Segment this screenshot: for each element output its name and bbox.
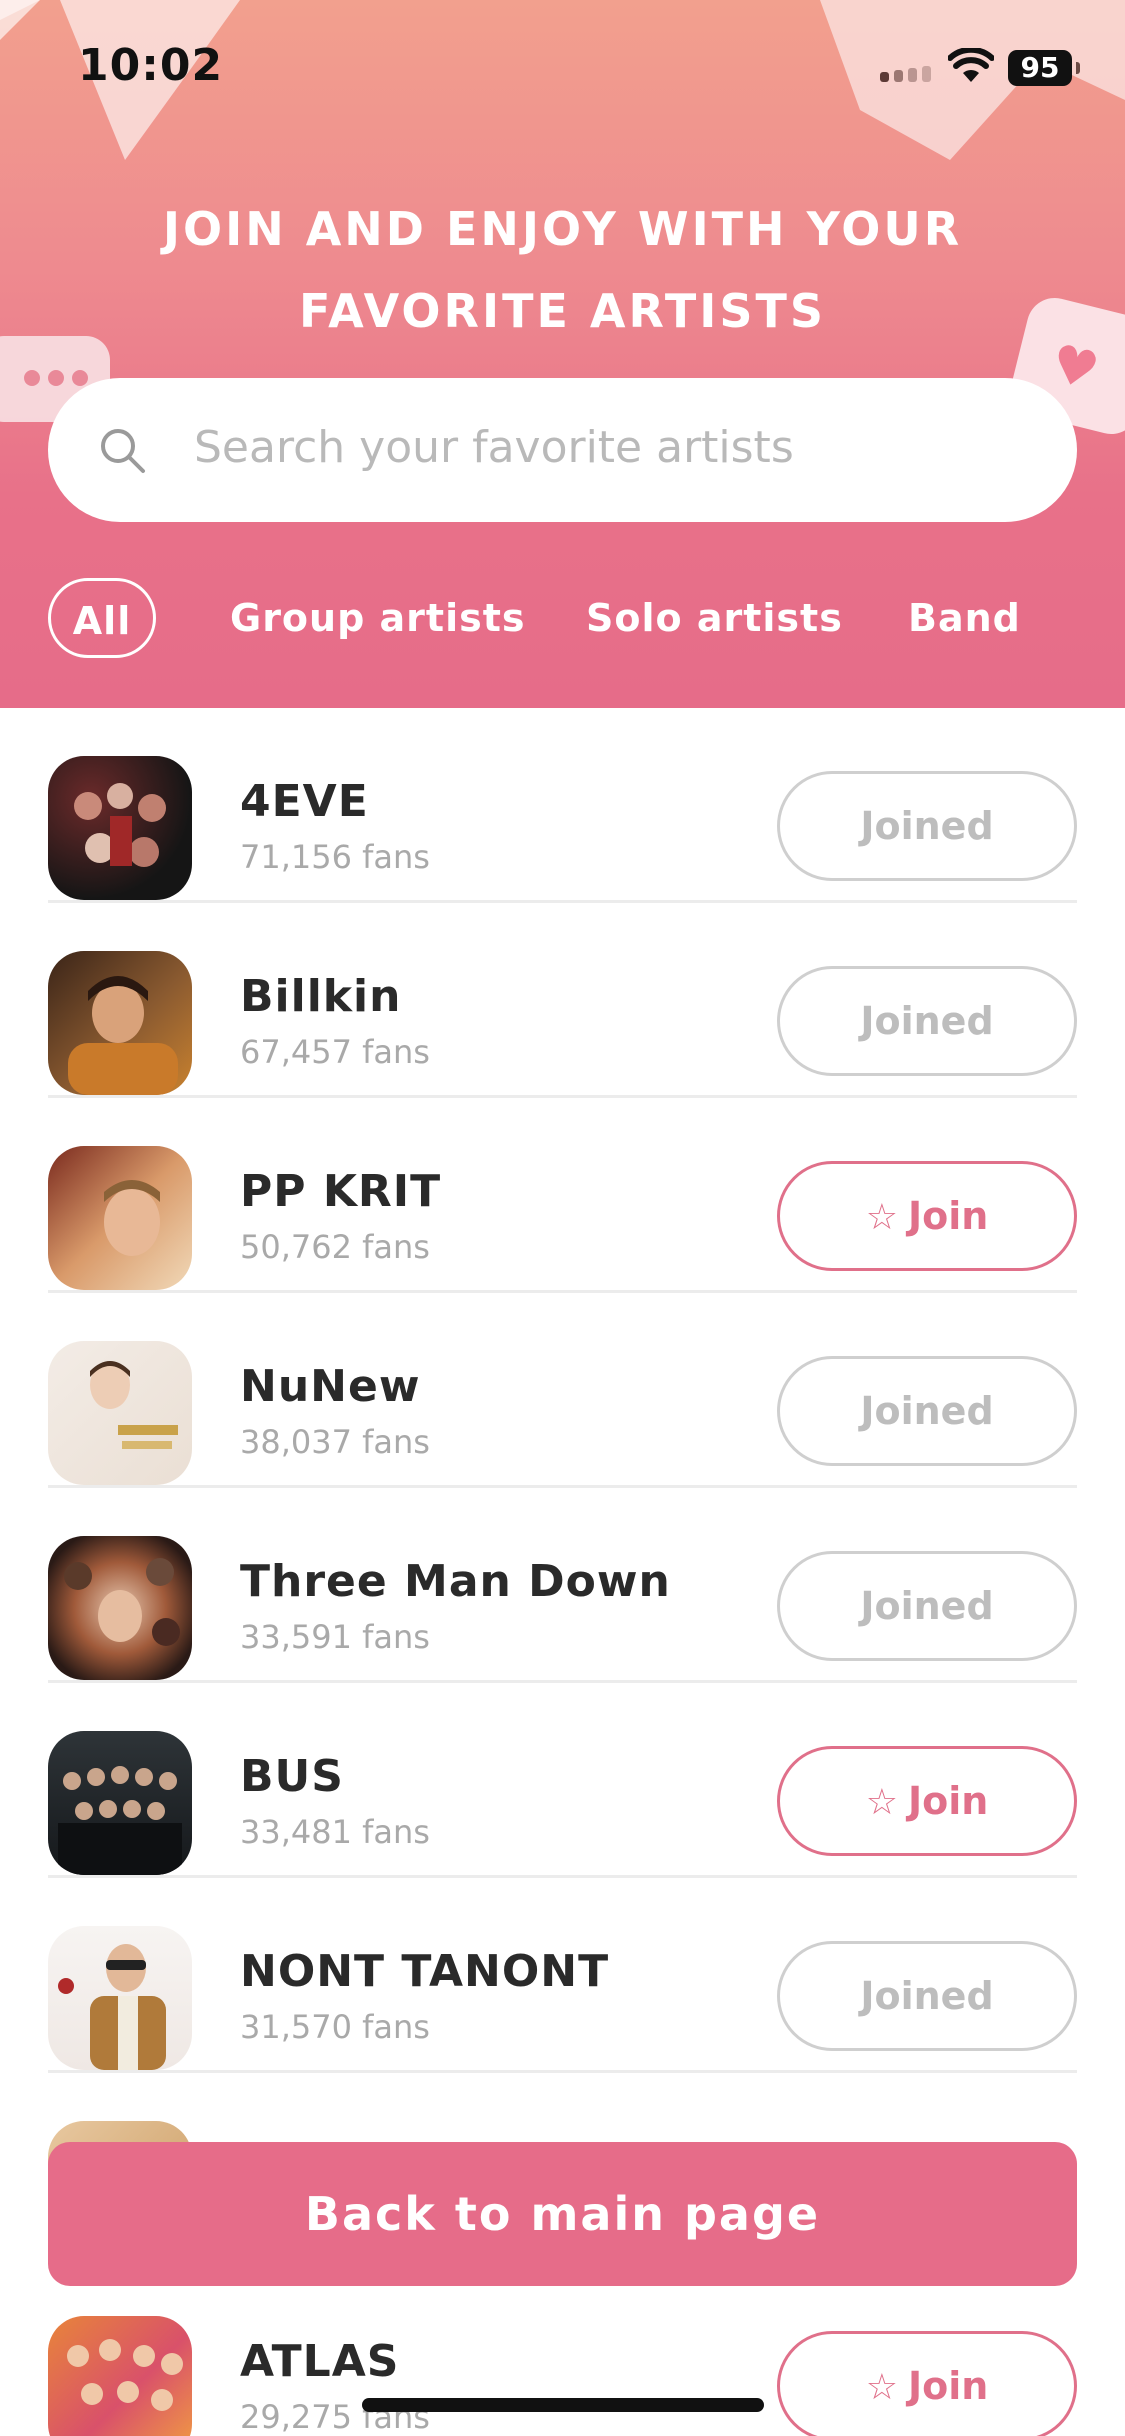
status-time: 10:02 — [78, 40, 224, 91]
home-indicator[interactable] — [362, 2398, 764, 2412]
artist-name: NuNew — [240, 1361, 421, 1412]
join-button[interactable]: ☆ Join — [777, 1746, 1077, 1856]
headline-line-2: FAVORITE ARTISTS — [299, 284, 826, 338]
star-icon: ☆ — [865, 2367, 898, 2408]
search-bar[interactable]: Search your favorite artists — [48, 378, 1077, 522]
star-icon: ☆ — [865, 1197, 898, 1238]
artist-row[interactable]: 4EVE 71,156 fans Joined — [48, 708, 1077, 903]
category-tabs: All Group artists Solo artists Band — [0, 578, 1125, 658]
fan-count: 71,156 fans — [240, 838, 430, 876]
fan-count: 50,762 fans — [240, 1228, 430, 1266]
fan-count: 33,591 fans — [240, 1618, 430, 1656]
artist-row[interactable]: NONT TANONT 31,570 fans Joined — [48, 1878, 1077, 2073]
joined-button[interactable]: Joined — [777, 1356, 1077, 1466]
artist-name: NONT TANONT — [240, 1946, 610, 1997]
artist-name: BUS — [240, 1751, 344, 1802]
artist-name: Billkin — [240, 971, 402, 1022]
fan-count: 67,457 fans — [240, 1033, 430, 1071]
search-input[interactable]: Search your favorite artists — [194, 422, 794, 473]
tab-all[interactable]: All — [48, 578, 156, 658]
artist-row[interactable]: Billkin 67,457 fans Joined — [48, 903, 1077, 1098]
button-label: Join — [907, 1779, 989, 1823]
tab-band[interactable]: Band — [908, 578, 1021, 658]
artist-avatar — [48, 1731, 192, 1875]
fan-count: 38,037 fans — [240, 1423, 430, 1461]
artist-name: 4EVE — [240, 776, 369, 827]
artist-name: Three Man Down — [240, 1556, 671, 1607]
header-banner: 10:02 95 JOIN AND ENJOY WITH YOUR FAVORI… — [0, 0, 1125, 708]
back-to-main-button[interactable]: Back to main page — [48, 2142, 1077, 2286]
artist-avatar — [48, 1146, 192, 1290]
artist-name: ATLAS — [240, 2336, 400, 2387]
tab-solo-artists[interactable]: Solo artists — [586, 578, 843, 658]
joined-button[interactable]: Joined — [777, 1941, 1077, 2051]
artist-row[interactable]: NuNew 38,037 fans Joined — [48, 1293, 1077, 1488]
page-headline: JOIN AND ENJOY WITH YOUR FAVORITE ARTIST… — [0, 188, 1125, 352]
artist-row[interactable]: Three Man Down 33,591 fans Joined — [48, 1488, 1077, 1683]
button-label: Joined — [860, 1389, 994, 1433]
fan-count: 31,570 fans — [240, 2008, 430, 2046]
cellular-signal-icon — [880, 66, 936, 82]
status-bar: 10:02 95 — [0, 0, 1125, 140]
join-button[interactable]: ☆ Join — [777, 2331, 1077, 2436]
button-label: Joined — [860, 1584, 994, 1628]
button-label: Join — [907, 2364, 989, 2408]
joined-button[interactable]: Joined — [777, 966, 1077, 1076]
artist-row[interactable]: BUS 33,481 fans ☆ Join — [48, 1683, 1077, 1878]
artist-avatar — [48, 2316, 192, 2436]
headline-line-1: JOIN AND ENJOY WITH YOUR — [162, 202, 963, 256]
button-label: Join — [907, 1194, 989, 1238]
join-button[interactable]: ☆ Join — [777, 1161, 1077, 1271]
joined-button[interactable]: Joined — [777, 1551, 1077, 1661]
tab-group-artists[interactable]: Group artists — [230, 578, 526, 658]
joined-button[interactable]: Joined — [777, 771, 1077, 881]
star-icon: ☆ — [865, 1782, 898, 1823]
button-label: Joined — [860, 1974, 994, 2018]
artist-avatar — [48, 1536, 192, 1680]
artist-avatar — [48, 1341, 192, 1485]
button-label: Joined — [860, 804, 994, 848]
artist-avatar — [48, 756, 192, 900]
battery-icon: 95 — [1008, 50, 1080, 86]
artist-row[interactable]: PP KRIT 50,762 fans ☆ Join — [48, 1098, 1077, 1293]
artist-avatar — [48, 951, 192, 1095]
artist-name: PP KRIT — [240, 1166, 442, 1217]
artist-avatar — [48, 1926, 192, 2070]
button-label: Joined — [860, 999, 994, 1043]
wifi-icon — [948, 48, 994, 82]
search-icon — [101, 429, 145, 473]
fan-count: 33,481 fans — [240, 1813, 430, 1851]
